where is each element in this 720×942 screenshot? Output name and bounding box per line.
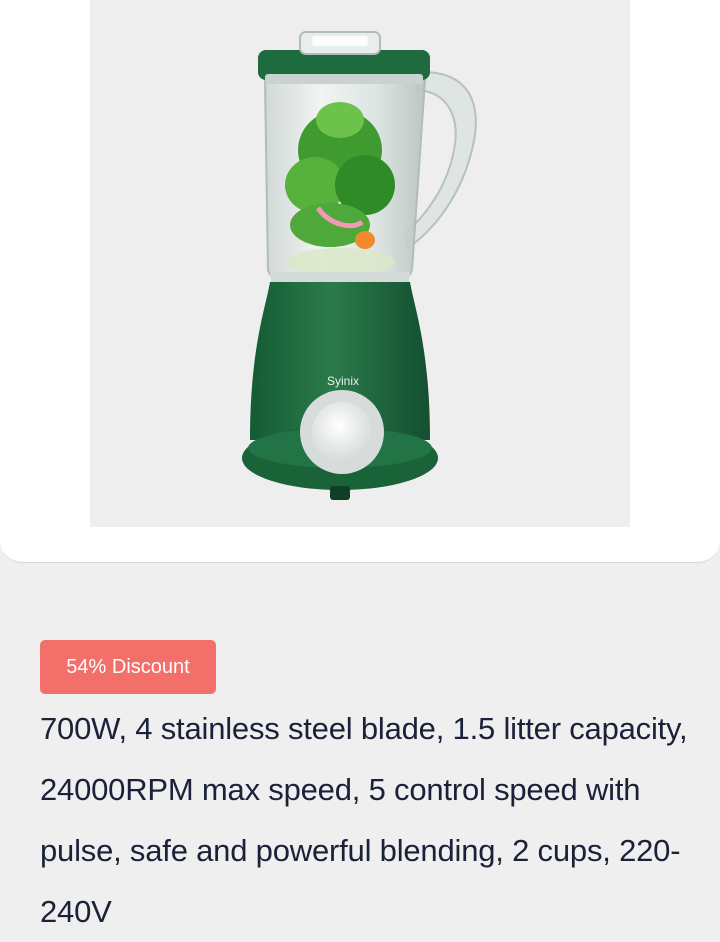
blender-illustration: Syinix [242,31,477,500]
speed-knob [312,402,372,462]
brand-logo: Syinix [327,374,359,388]
product-description: 700W, 4 stainless steel blade, 1.5 litte… [40,711,688,929]
discount-badge: 54% Discount [40,640,216,694]
product-image[interactable]: Syinix [90,0,630,527]
product-image-card: Syinix [0,0,720,563]
